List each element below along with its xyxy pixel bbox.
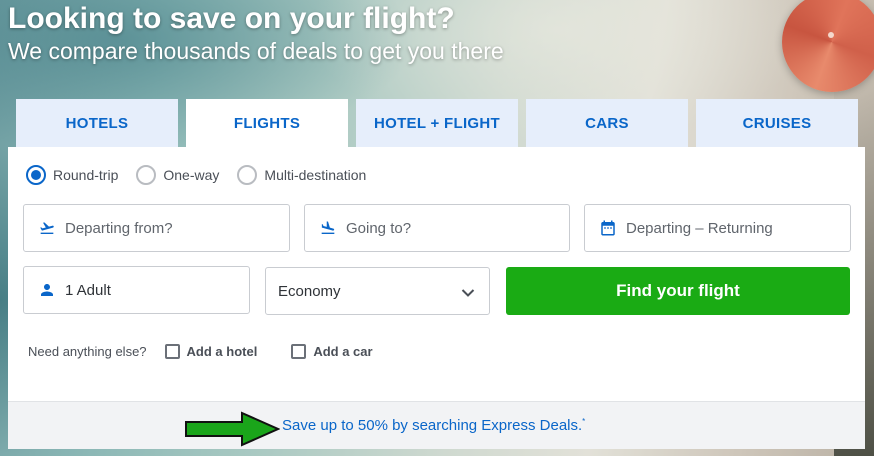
departing-from-placeholder: Departing from? — [65, 219, 173, 237]
add-hotel-option[interactable]: Add a hotel — [164, 344, 258, 359]
add-car-label: Add a car — [313, 344, 373, 359]
express-deals-text: Save up to 50% by searching Express Deal… — [282, 417, 583, 434]
multi-destination-radio[interactable] — [237, 165, 258, 185]
extras-row: Need anything else? Add a hotel Add a ca… — [28, 344, 407, 359]
plane-takeoff-icon — [37, 218, 57, 238]
plane-landing-icon — [318, 218, 338, 238]
tab-cars[interactable]: CARS — [526, 99, 688, 147]
add-hotel-label: Add a hotel — [186, 344, 258, 359]
extras-label: Need anything else? — [28, 344, 147, 359]
cabin-class-select[interactable]: Economy — [265, 267, 490, 315]
travel-dates-placeholder: Departing – Returning — [626, 219, 773, 237]
one-way-label: One-way — [163, 167, 220, 183]
find-flight-button[interactable]: Find your flight — [506, 267, 850, 315]
add-hotel-checkbox[interactable] — [164, 344, 180, 359]
round-trip-radio[interactable] — [26, 165, 46, 185]
express-deals-banner: Save up to 50% by searching Express Deal… — [8, 401, 865, 449]
add-car-checkbox[interactable] — [291, 344, 307, 359]
travelers-value: 1 Adult — [65, 281, 111, 299]
chevron-down-icon — [461, 285, 475, 303]
travelers-selector[interactable]: 1 Adult — [23, 266, 250, 314]
one-way-radio[interactable] — [136, 165, 157, 185]
calendar-icon — [598, 218, 618, 238]
trip-type-one-way[interactable]: One-way — [136, 165, 219, 185]
trip-type-group: Round-trip One-way Multi-destination — [26, 165, 384, 185]
trip-type-multi-destination[interactable]: Multi-destination — [237, 165, 366, 185]
tab-hotels[interactable]: HOTELS — [16, 99, 178, 147]
tab-flights[interactable]: FLIGHTS — [186, 99, 348, 147]
express-deals-footnote-mark: * — [582, 417, 586, 426]
trip-type-round-trip[interactable]: Round-trip — [26, 165, 118, 185]
tab-cruises[interactable]: CRUISES — [696, 99, 858, 147]
arrow-right-icon — [184, 411, 281, 452]
going-to-placeholder: Going to? — [346, 219, 412, 237]
cabin-class-value: Economy — [278, 282, 341, 300]
going-to-input[interactable]: Going to? — [304, 204, 570, 252]
multi-destination-label: Multi-destination — [264, 167, 367, 183]
round-trip-label: Round-trip — [53, 167, 119, 183]
person-icon — [37, 280, 57, 300]
flight-search-panel: Round-trip One-way Multi-destination Dep… — [8, 147, 865, 449]
express-deals-link[interactable]: Save up to 50% by searching Express Deal… — [282, 417, 585, 434]
add-car-option[interactable]: Add a car — [291, 344, 373, 359]
travel-dates-input[interactable]: Departing – Returning — [584, 204, 851, 252]
hero-title: Looking to save on your flight? — [8, 2, 455, 35]
departing-from-input[interactable]: Departing from? — [23, 204, 290, 252]
tab-hotel-flight[interactable]: HOTEL + FLIGHT — [356, 99, 518, 147]
hero-subtitle: We compare thousands of deals to get you… — [8, 38, 504, 64]
